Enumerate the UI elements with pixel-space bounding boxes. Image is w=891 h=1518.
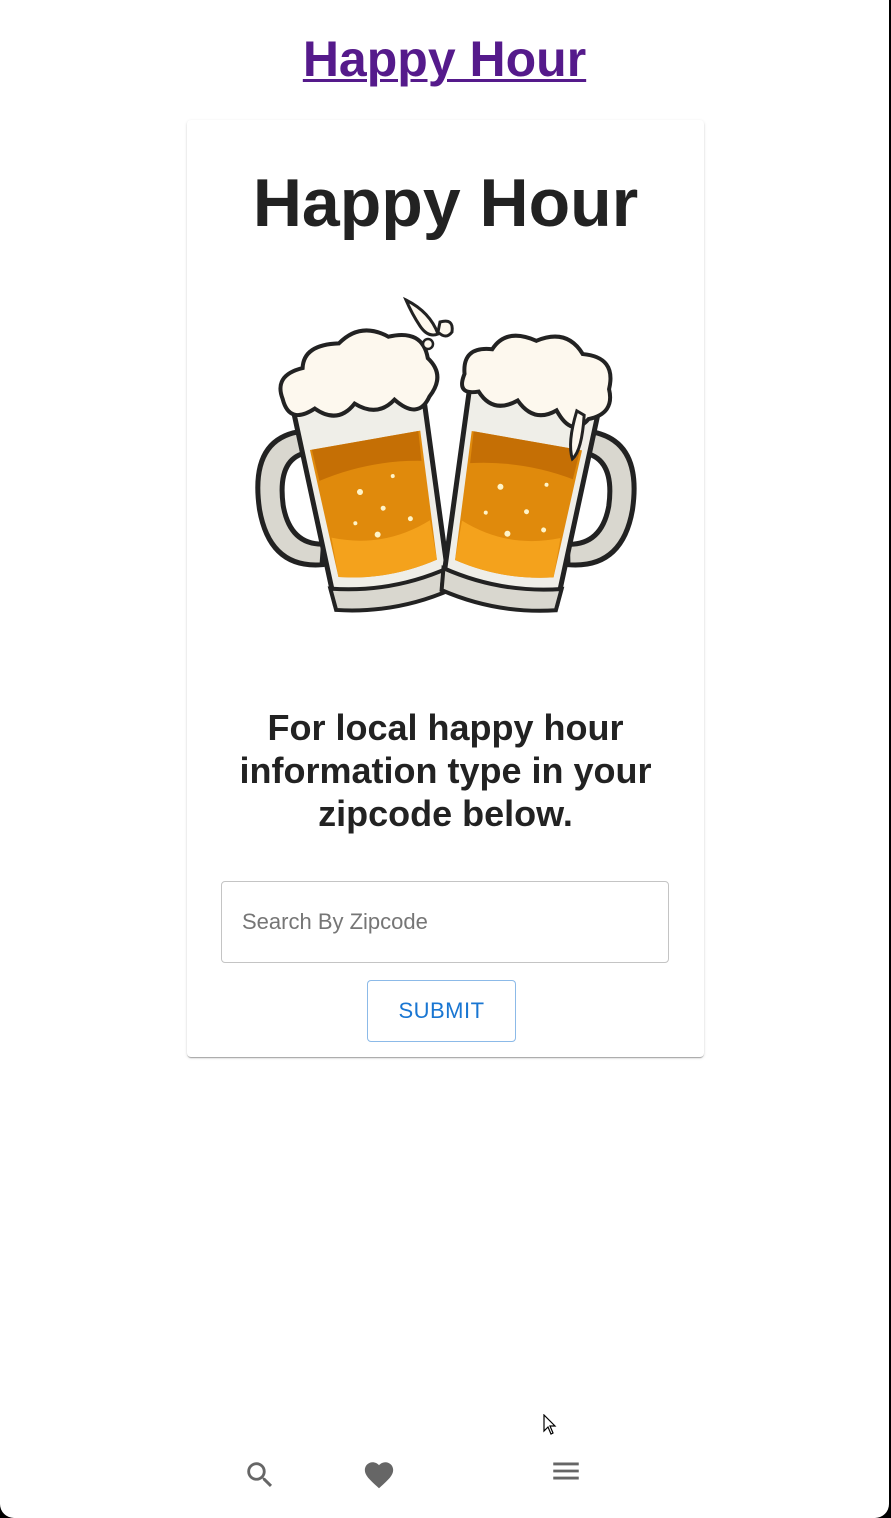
bottom-navigation — [0, 1440, 889, 1510]
mouse-cursor-icon — [543, 1413, 557, 1436]
card-title: Happy Hour — [252, 165, 639, 241]
menu-icon[interactable] — [549, 1454, 583, 1488]
submit-button[interactable]: SUBMIT — [367, 980, 516, 1042]
instruction-text: For local happy hour information type in… — [239, 707, 652, 834]
heart-icon[interactable] — [362, 1458, 396, 1492]
beer-mugs-image — [240, 292, 652, 622]
search-icon[interactable] — [243, 1458, 277, 1492]
header-title-link[interactable]: Happy Hour — [0, 30, 889, 88]
zipcode-search-input[interactable] — [221, 881, 669, 963]
app-viewport: Happy Hour Happy Hour For local happy ho… — [0, 0, 889, 1518]
